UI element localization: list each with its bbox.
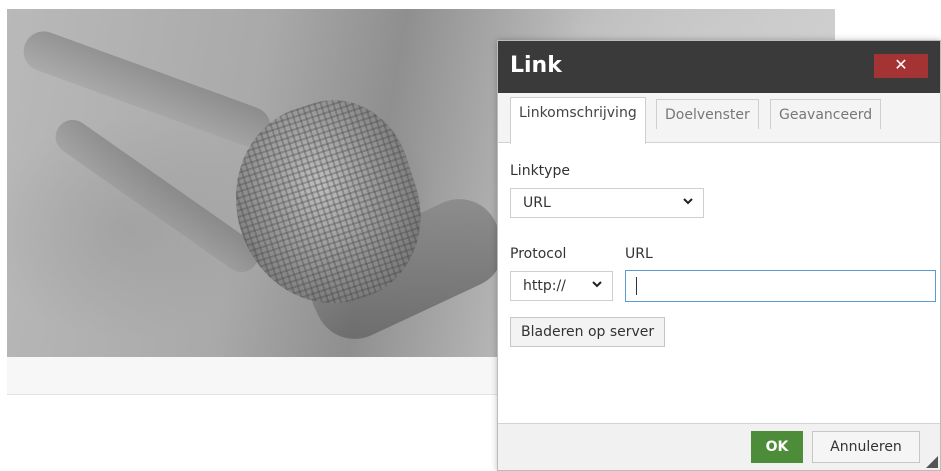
tab-doelvenster[interactable]: Doelvenster <box>656 99 759 129</box>
tab-geavanceerd[interactable]: Geavanceerd <box>770 99 882 129</box>
protocol-select[interactable]: http:// <box>510 271 613 301</box>
resize-grip-icon[interactable] <box>926 456 938 468</box>
chevron-down-icon <box>683 198 693 205</box>
close-icon: ✕ <box>894 57 908 74</box>
url-input[interactable] <box>625 270 936 302</box>
url-label: URL <box>625 246 653 262</box>
dialog-footer: OK Annuleren <box>498 423 940 470</box>
browse-server-button[interactable]: Bladeren op server <box>510 317 666 347</box>
page-strip <box>7 357 497 395</box>
ok-button[interactable]: OK <box>751 431 803 463</box>
linktype-value: URL <box>523 195 551 211</box>
close-button[interactable]: ✕ <box>874 54 928 78</box>
link-dialog: Link ✕ Linkomschrijving Doelvenster Geav… <box>497 40 941 471</box>
linktype-label: Linktype <box>510 163 570 179</box>
cancel-button[interactable]: Annuleren <box>812 431 920 463</box>
protocol-label: Protocol <box>510 246 567 262</box>
tab-bar: Linkomschrijving Doelvenster Geavanceerd <box>498 93 940 144</box>
chevron-down-icon <box>592 281 602 288</box>
text-caret <box>636 277 637 295</box>
linktype-select[interactable]: URL <box>510 188 704 218</box>
dialog-title: Link <box>510 53 562 78</box>
protocol-value: http:// <box>523 278 566 294</box>
tab-linkomschrijving[interactable]: Linkomschrijving <box>510 97 646 144</box>
